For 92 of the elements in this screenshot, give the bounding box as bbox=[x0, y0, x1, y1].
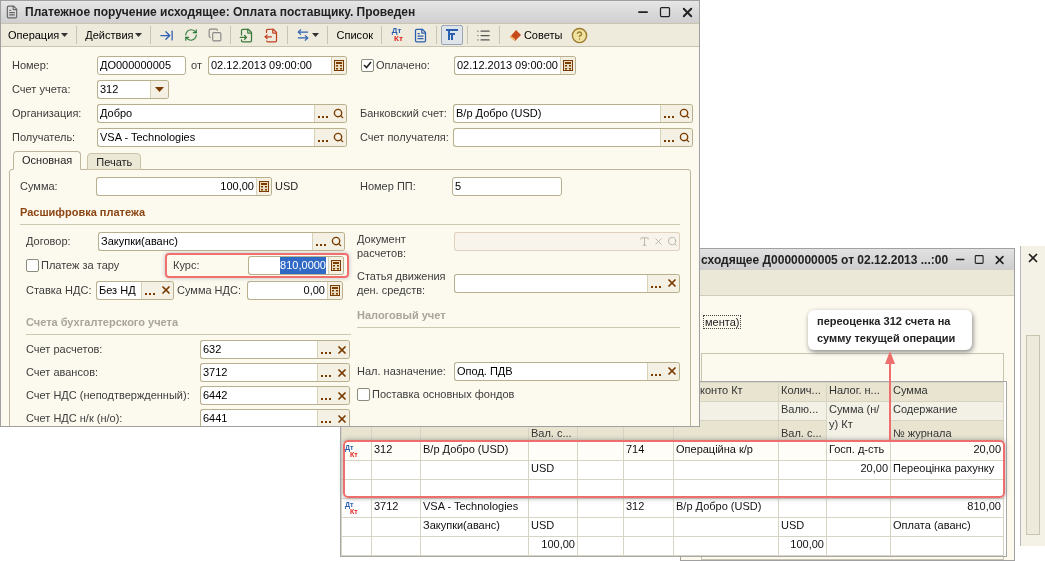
table-cell: Вал. с... bbox=[781, 427, 822, 439]
table-cell: Налог. н... bbox=[829, 384, 880, 396]
scrollbar[interactable] bbox=[1026, 335, 1040, 535]
table-cell: № журнала bbox=[893, 427, 952, 439]
maximize-icon[interactable] bbox=[974, 254, 985, 265]
section-heading: Счета бухгалтерского учета bbox=[26, 316, 179, 328]
operation-menu[interactable]: Операция bbox=[4, 25, 73, 45]
checkbox-label: Платеж за тару bbox=[41, 258, 120, 274]
table-cell: USD bbox=[531, 519, 555, 531]
checkbox[interactable] bbox=[26, 259, 39, 272]
table-cell: Госп. д-сть bbox=[829, 443, 885, 455]
list-icon bbox=[475, 27, 491, 43]
field-label: Статья движения ден. средств: bbox=[357, 269, 447, 297]
table-cell-text: Сумма (н/у) Кт bbox=[829, 402, 881, 432]
document-icon bbox=[412, 27, 428, 43]
section-heading: Налоговый учет bbox=[357, 309, 446, 321]
field-label: Документ расчетов: bbox=[357, 232, 408, 260]
tab[interactable]: Основная bbox=[13, 151, 82, 170]
window-title: Платежное поручение исходящее: Оплата поставщику. Проведен bbox=[25, 4, 417, 21]
table-cell: Закупки(аванс) bbox=[423, 519, 500, 531]
table-cell: Оплата (аванс) bbox=[893, 519, 971, 531]
checkbox-label: Поставка основных фондов bbox=[372, 386, 515, 402]
field-label: Нал. назначение: bbox=[357, 363, 447, 379]
table-cell: 810,00 bbox=[967, 500, 1001, 512]
field-label: Счет получателя: bbox=[360, 129, 450, 145]
table-cell: 20,00 bbox=[860, 462, 888, 474]
actions-menu[interactable]: Действия bbox=[81, 25, 147, 45]
field-label: Сумма: bbox=[20, 178, 59, 194]
table-cell: 312 bbox=[374, 443, 393, 455]
caret-icon bbox=[135, 33, 143, 37]
tips-button[interactable]: Советы bbox=[503, 25, 567, 45]
field-label: Счет учета: bbox=[12, 81, 72, 97]
document-icon bbox=[5, 5, 19, 19]
field-label: Ставка НДС: bbox=[26, 282, 93, 298]
table-cell: 714 bbox=[626, 443, 645, 455]
structure-button[interactable] bbox=[440, 25, 463, 45]
table-cell: Содержание bbox=[893, 403, 958, 415]
field-label: Счет расчетов: bbox=[26, 342, 104, 358]
window-title: сходящее Д0000000005 от 02.12.2013 ...:00 bbox=[701, 251, 949, 269]
currency-label: USD bbox=[274, 178, 300, 194]
table-cell: VSA - Technologies bbox=[423, 500, 519, 512]
table-cell: 100,00 bbox=[541, 538, 575, 550]
checkbox[interactable] bbox=[361, 58, 374, 72]
document-icon bbox=[264, 27, 280, 43]
table-cell: конто Кт bbox=[700, 384, 743, 396]
table-cell: В/р Добро (USD) bbox=[676, 500, 762, 512]
table-cell: Сумма bbox=[893, 384, 928, 396]
caret-icon bbox=[312, 33, 320, 37]
list-button[interactable]: Список bbox=[332, 25, 378, 45]
field-label: Организация: bbox=[12, 105, 83, 121]
table-cell: Переоцінка рахунку bbox=[893, 462, 995, 474]
hierarchy-icon bbox=[444, 28, 459, 42]
table-cell: 3712 bbox=[374, 500, 399, 512]
field-label: Счет авансов: bbox=[26, 365, 100, 381]
checkbox-label: Оплачено: bbox=[376, 57, 430, 73]
help-icon[interactable] bbox=[571, 26, 589, 44]
caret-icon bbox=[61, 33, 69, 37]
table-cell: Валю... bbox=[781, 403, 819, 415]
field-label: Получатель: bbox=[12, 129, 77, 145]
field-label: Курс: bbox=[173, 258, 201, 274]
document-icon bbox=[239, 27, 255, 43]
table-cell: 20,00 bbox=[973, 443, 1001, 455]
table-cell: Колич... bbox=[781, 384, 821, 396]
field-label: Договор: bbox=[26, 233, 72, 249]
field-label: Банковский счет: bbox=[360, 105, 448, 121]
field-label: Номер: bbox=[12, 57, 50, 73]
table-cell: Операційна к/р bbox=[676, 443, 753, 455]
field-label: от bbox=[190, 57, 203, 73]
input-field[interactable]: ДО000000005 bbox=[97, 55, 186, 75]
input-field[interactable]: 5 bbox=[452, 176, 562, 196]
callout: переоценка 312 счета на сумму текущей операции bbox=[808, 310, 972, 350]
close-icon[interactable] bbox=[1026, 251, 1040, 265]
section-heading: Расшифровка платежа bbox=[20, 206, 146, 218]
maximize-icon[interactable] bbox=[659, 6, 671, 18]
field-label: Номер ПП: bbox=[360, 178, 417, 194]
table-cell: 100,00 bbox=[790, 538, 824, 550]
postings-button[interactable]: Дт Кт bbox=[386, 25, 407, 45]
field-label: Сумма НДС: bbox=[176, 282, 242, 298]
refresh-icon bbox=[184, 28, 199, 42]
copy-icon bbox=[208, 28, 223, 42]
book-icon bbox=[507, 28, 522, 42]
checkbox[interactable] bbox=[357, 387, 370, 401]
field-label: Счет НДС н/к (н/о): bbox=[26, 411, 124, 426]
table-cell: 312 bbox=[626, 500, 645, 512]
table-cell: USD bbox=[781, 519, 805, 531]
field-label: Счет НДС (неподтвержденный): bbox=[26, 388, 191, 404]
arrows-icon bbox=[296, 28, 311, 42]
document-link[interactable]: мента) bbox=[703, 315, 742, 329]
tab[interactable]: Печать bbox=[87, 153, 142, 170]
table-cell: В/р Добро (USD) bbox=[423, 443, 509, 455]
table-cell: USD bbox=[531, 462, 555, 474]
table-cell: Вал. с... bbox=[531, 427, 572, 439]
